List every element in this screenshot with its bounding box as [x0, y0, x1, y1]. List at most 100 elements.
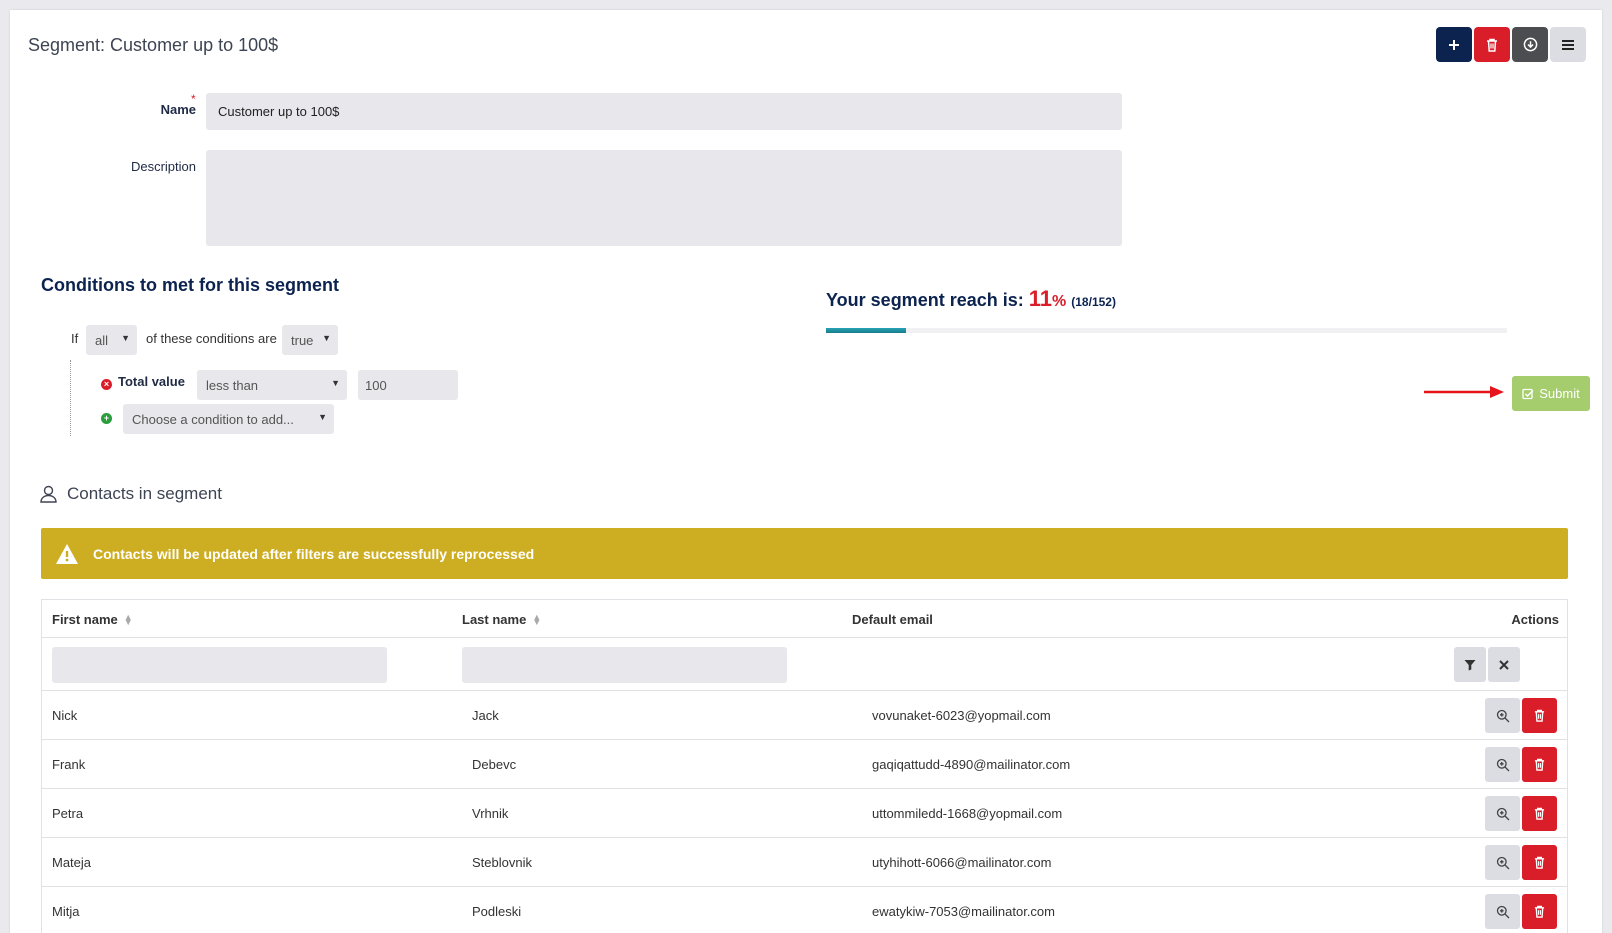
- page-title: Segment: Customer up to 100$: [28, 35, 279, 55]
- first-name-cell: Mateja: [52, 855, 92, 870]
- email-cell: ewatykiw-7053@mailinator.com: [872, 904, 1055, 919]
- delete-contact-button[interactable]: [1522, 845, 1557, 880]
- filter-icon: [1464, 659, 1476, 670]
- view-contact-button[interactable]: [1485, 894, 1520, 929]
- last-name-cell: Vrhnik: [472, 806, 509, 821]
- warning-icon: [56, 543, 78, 564]
- description-field[interactable]: [206, 150, 1122, 246]
- table-header: First name ▲ ▼ Last name ▲ ▼ Default email…: [42, 600, 1567, 638]
- column-first-name-label: First name: [52, 612, 118, 627]
- caret-down-icon: ▼: [331, 378, 340, 388]
- last-name-cell: Jack: [472, 708, 499, 723]
- add-button[interactable]: [1436, 27, 1472, 62]
- caret-down-icon: ▼: [322, 333, 331, 343]
- delete-contact-button[interactable]: [1522, 747, 1557, 782]
- column-email: Default email: [852, 612, 933, 627]
- remove-condition-icon[interactable]: ×: [101, 379, 112, 390]
- zoom-in-icon: [1496, 807, 1509, 820]
- add-condition-placeholder: Choose a condition to add...: [132, 412, 294, 427]
- clear-filter-button[interactable]: [1488, 647, 1520, 682]
- name-field[interactable]: Customer up to 100$: [206, 93, 1122, 130]
- reach-percent: 11: [1028, 286, 1053, 311]
- view-contact-button[interactable]: [1485, 747, 1520, 782]
- table-row: Mateja Steblovnik utyhihott-6066@mailinato…: [42, 838, 1567, 887]
- column-last-name[interactable]: Last name ▲ ▼: [462, 612, 541, 627]
- conditions-heading: Conditions to met for this segment: [41, 275, 340, 295]
- reach-progress-bar: [826, 328, 1507, 333]
- filter-row: [42, 638, 1567, 691]
- delete-contact-button[interactable]: [1522, 796, 1557, 831]
- zoom-in-icon: [1496, 758, 1509, 771]
- operator-select-value: less than: [206, 378, 259, 393]
- first-name-filter-input[interactable]: [52, 647, 387, 683]
- menu-button[interactable]: [1550, 27, 1586, 62]
- check-square-icon: [1522, 388, 1534, 399]
- first-name-cell: Nick: [52, 708, 78, 723]
- last-name-filter-input[interactable]: [462, 647, 787, 683]
- view-contact-button[interactable]: [1485, 845, 1520, 880]
- zoom-in-icon: [1496, 709, 1509, 722]
- required-mark: *: [191, 92, 196, 106]
- last-name-cell: Steblovnik: [472, 855, 532, 870]
- view-contact-button[interactable]: [1485, 796, 1520, 831]
- hamburger-icon: [1562, 39, 1574, 50]
- table-body: Nick Jack vovunaket-6023@yopmail.com Frank D…: [42, 691, 1567, 933]
- last-name-cell: Podleski: [472, 904, 522, 919]
- download-button[interactable]: [1512, 27, 1548, 62]
- first-name-cell: Frank: [52, 757, 86, 772]
- column-actions-label: Actions: [1511, 612, 1559, 627]
- name-label: Name: [160, 102, 196, 117]
- reach-label: Your segment reach is:: [826, 290, 1024, 310]
- condition-label: Total value: [118, 374, 185, 389]
- contacts-heading: Contacts in segment: [40, 484, 222, 504]
- column-email-label: Default email: [852, 612, 933, 627]
- reach-heading: Your segment reach is: 11% (18/152): [826, 286, 1116, 312]
- column-first-name[interactable]: First name ▲ ▼: [52, 612, 133, 627]
- table-row: Frank Debevc gaqiqattudd-4890@mailinator.c…: [42, 740, 1567, 789]
- match-select-value: all: [95, 333, 109, 348]
- table-row: Petra Vrhnik uttommiledd-1668@yopmail.com: [42, 789, 1567, 838]
- view-contact-button[interactable]: [1485, 698, 1520, 733]
- table-row: Nick Jack vovunaket-6023@yopmail.com: [42, 691, 1567, 740]
- operator-select[interactable]: less than ▼: [197, 370, 347, 400]
- condition-tree-line: [70, 360, 71, 436]
- trash-icon: [1534, 807, 1545, 820]
- description-label: Description: [130, 159, 196, 174]
- submit-label: Submit: [1539, 386, 1580, 401]
- submit-button[interactable]: Submit: [1512, 376, 1590, 411]
- trash-icon: [1534, 856, 1545, 869]
- delete-contact-button[interactable]: [1522, 894, 1557, 929]
- truth-select-value: true: [291, 333, 314, 348]
- condition-value-input[interactable]: 100: [358, 370, 458, 400]
- email-cell: uttommiledd-1668@yopmail.com: [872, 806, 1063, 821]
- email-cell: vovunaket-6023@yopmail.com: [872, 708, 1051, 723]
- table-row: Mitja Podleski ewatykiw-7053@mailinator.co…: [42, 887, 1567, 933]
- reach-progress-fill: [826, 328, 907, 333]
- caret-down-icon: ▼: [121, 333, 130, 343]
- add-condition-icon[interactable]: +: [101, 413, 112, 424]
- if-text: If: [71, 331, 79, 346]
- alert-text: Contacts will be updated after filters a…: [93, 545, 535, 562]
- caret-down-icon: ▼: [318, 412, 327, 422]
- contacts-heading-text: Contacts in segment: [67, 484, 222, 503]
- email-cell: utyhihott-6066@mailinator.com: [872, 855, 1052, 870]
- zoom-in-icon: [1496, 905, 1509, 918]
- truth-select[interactable]: true ▼: [282, 325, 338, 355]
- plus-icon: [1449, 39, 1459, 50]
- sort-icon: ▲ ▼: [123, 611, 133, 627]
- reach-percent-sign: %: [1052, 293, 1067, 310]
- zoom-in-icon: [1496, 856, 1509, 869]
- column-actions: Actions: [1511, 612, 1559, 627]
- user-icon: [40, 485, 57, 503]
- match-select[interactable]: all ▼: [86, 325, 137, 355]
- add-condition-select[interactable]: Choose a condition to add... ▼: [123, 404, 334, 434]
- reach-count: (18/152): [1071, 295, 1116, 309]
- email-cell: gaqiqattudd-4890@mailinator.com: [872, 757, 1071, 772]
- trash-icon: [1487, 38, 1497, 52]
- apply-filter-button[interactable]: [1454, 647, 1486, 682]
- sort-icon: ▲ ▼: [532, 611, 542, 627]
- delete-segment-button[interactable]: [1474, 27, 1510, 62]
- last-name-cell: Debevc: [472, 757, 517, 772]
- delete-contact-button[interactable]: [1522, 698, 1557, 733]
- trash-icon: [1534, 905, 1545, 918]
